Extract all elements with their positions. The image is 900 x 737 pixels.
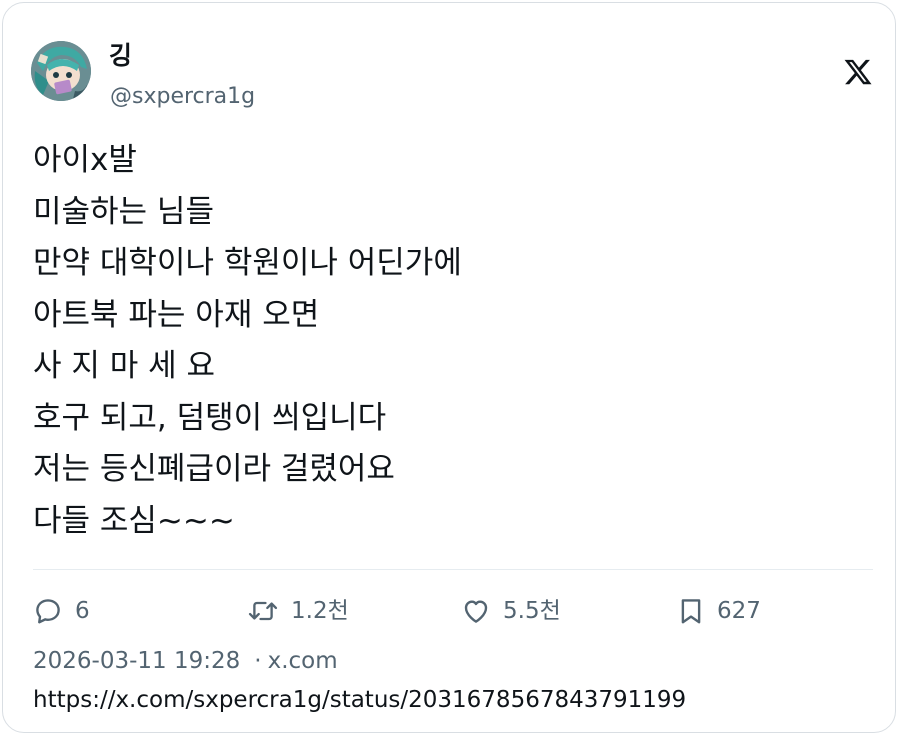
tweet-meta: 2026-03-11 19:28 · x.com xyxy=(33,647,338,675)
x-logo-icon[interactable] xyxy=(843,57,873,87)
bookmark-icon xyxy=(677,596,705,626)
avatar-image xyxy=(31,41,91,101)
tweet-card: 깅 @sxpercra1g 아이x발 미술하는 님들 만약 대학이나 학원이나 … xyxy=(2,2,896,733)
tweet-line: 아이x발 xyxy=(33,142,137,178)
avatar[interactable] xyxy=(31,41,91,101)
divider xyxy=(33,569,873,570)
tweet-line: 미술하는 님들 xyxy=(33,193,214,230)
reply-count: 6 xyxy=(75,598,90,624)
retweet-count: 1.2천 xyxy=(291,598,349,624)
like-button[interactable]: 5.5천 xyxy=(461,593,561,629)
like-count: 5.5천 xyxy=(503,598,561,624)
bookmark-count: 627 xyxy=(717,598,761,624)
tweet-line: 아트북 파는 아재 오면 xyxy=(33,296,320,333)
tweet-line: 호구 되고, 덤탱이 씌입니다 xyxy=(33,399,387,436)
tweet-line: 사 지 마 세 요 xyxy=(33,348,216,384)
display-name[interactable]: 깅 xyxy=(109,41,132,71)
tweet-text: 아이x발 미술하는 님들 만약 대학이나 학원이나 어딘가에 아트북 파는 아재… xyxy=(33,135,863,547)
heart-icon xyxy=(461,596,491,626)
tweet-url[interactable]: https://x.com/sxpercra1g/status/20316785… xyxy=(33,686,686,714)
retweet-button[interactable]: 1.2천 xyxy=(247,593,349,629)
reply-icon xyxy=(33,596,63,626)
tweet-line: 다들 조심~~~ xyxy=(33,502,235,539)
tweet-line: 저는 등신폐급이라 걸렸어요 xyxy=(33,451,395,487)
user-handle[interactable]: @sxpercra1g xyxy=(110,83,255,111)
tweet-line: 만약 대학이나 학원이나 어딘가에 xyxy=(33,245,462,281)
timestamp[interactable]: 2026-03-11 19:28 xyxy=(33,648,240,674)
meta-separator: · xyxy=(254,648,262,674)
reply-button[interactable]: 6 xyxy=(33,593,90,629)
retweet-icon xyxy=(247,596,279,626)
source-link[interactable]: x.com xyxy=(268,648,338,674)
bookmark-button[interactable]: 627 xyxy=(677,593,761,629)
